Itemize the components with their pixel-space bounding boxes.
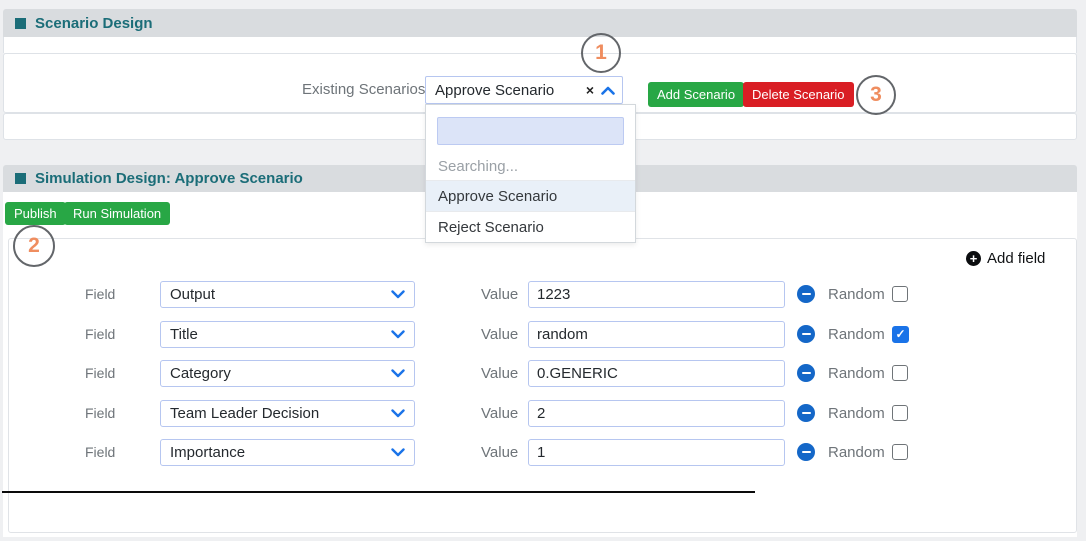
value-label: Value (481, 404, 519, 422)
run-simulation-button[interactable]: Run Simulation (64, 202, 171, 225)
random-label: Random (828, 325, 885, 343)
random-checkbox[interactable] (892, 325, 909, 343)
remove-field-icon[interactable] (797, 325, 815, 343)
value-input[interactable] (528, 359, 785, 387)
annotation-step-2: 2 (13, 225, 55, 267)
add-scenario-button[interactable]: Add Scenario (648, 82, 745, 107)
random-label: Random (828, 285, 885, 303)
field-row: Field Team Leader Decision Value Random (8, 399, 1077, 427)
chevron-down-icon (391, 447, 405, 456)
delete-scenario-button[interactable]: Delete Scenario (743, 82, 854, 107)
add-field-label: Add field (987, 250, 1046, 267)
random-label: Random (828, 443, 885, 461)
value-label: Value (481, 325, 519, 343)
chevron-down-icon (391, 329, 405, 338)
field-select-value: Importance (170, 443, 246, 461)
random-label: Random (828, 364, 885, 382)
field-select[interactable]: Output (160, 280, 415, 308)
annotation-step-3: 3 (856, 75, 896, 115)
field-row: Field Output Value Random (8, 280, 1077, 308)
random-label: Random (828, 404, 885, 422)
random-checkbox[interactable] (892, 444, 908, 460)
dropdown-option-reject[interactable]: Reject Scenario (426, 211, 635, 242)
field-label: Field (85, 326, 116, 342)
field-row: Field Category Value Random (8, 359, 1077, 387)
existing-scenarios-select[interactable]: Approve Scenario (425, 76, 623, 104)
clear-selection-icon[interactable] (586, 83, 594, 97)
value-label: Value (481, 364, 519, 382)
remove-field-icon[interactable] (797, 404, 815, 422)
field-label: Field (85, 365, 116, 381)
field-select-value: Title (170, 325, 198, 343)
field-label: Field (85, 405, 116, 421)
divider-line (2, 491, 755, 493)
scenario-search-input[interactable] (437, 117, 624, 145)
field-row: Field Title Value Random (8, 320, 1077, 348)
field-select[interactable]: Importance (160, 438, 415, 466)
field-select-value: Output (170, 285, 216, 303)
annotation-step-1: 1 (581, 33, 621, 73)
value-label: Value (481, 443, 519, 461)
section-square-icon (15, 173, 26, 184)
publish-button[interactable]: Publish (5, 202, 66, 225)
value-input[interactable] (528, 320, 785, 348)
remove-field-icon[interactable] (797, 364, 815, 382)
chevron-down-icon (391, 408, 405, 417)
chevron-up-icon[interactable] (601, 86, 615, 95)
field-select-value: Category (170, 364, 231, 382)
scenario-design-spacer (3, 37, 1077, 53)
dropdown-option-approve[interactable]: Approve Scenario (426, 180, 635, 211)
random-checkbox[interactable] (892, 365, 908, 381)
chevron-down-icon (391, 289, 405, 298)
scenario-design-title: Scenario Design (35, 14, 153, 32)
add-field-button[interactable]: Add field (966, 250, 1045, 267)
field-label: Field (85, 444, 116, 460)
value-input[interactable] (528, 438, 785, 466)
value-label: Value (481, 285, 519, 303)
plus-icon (966, 251, 981, 266)
dropdown-searching-text: Searching... (438, 157, 519, 175)
random-checkbox[interactable] (892, 286, 908, 302)
field-select[interactable]: Title (160, 320, 415, 348)
remove-field-icon[interactable] (797, 443, 815, 461)
field-select[interactable]: Category (160, 359, 415, 387)
random-checkbox[interactable] (892, 405, 908, 421)
field-label: Field (85, 286, 116, 302)
simulation-design-title: Simulation Design: Approve Scenario (35, 170, 303, 187)
value-input[interactable] (528, 280, 785, 308)
scenario-dropdown-panel: Searching... Approve Scenario Reject Sce… (425, 104, 636, 243)
field-select[interactable]: Team Leader Decision (160, 399, 415, 427)
field-row: Field Importance Value Random (8, 438, 1077, 466)
value-input[interactable] (528, 399, 785, 427)
remove-field-icon[interactable] (797, 285, 815, 303)
existing-scenarios-select-value: Approve Scenario (435, 81, 555, 99)
existing-scenarios-label: Existing Scenarios (302, 81, 426, 98)
section-square-icon (15, 17, 26, 29)
field-select-value: Team Leader Decision (170, 404, 320, 422)
chevron-down-icon (391, 368, 405, 377)
scenario-design-header: Scenario Design (3, 9, 1077, 37)
